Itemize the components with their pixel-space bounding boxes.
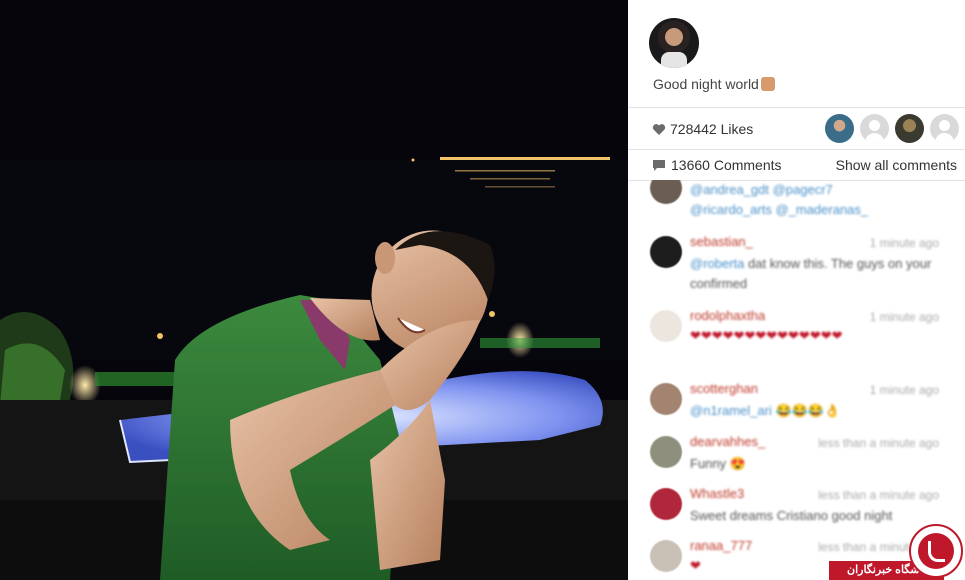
comment-text: ❤❤❤❤❤❤❤❤❤❤❤❤❤❤ — [690, 328, 843, 343]
photo-scene — [0, 0, 628, 580]
heart-icon[interactable] — [652, 123, 666, 136]
comment-text: Sweet dreams Cristiano good night — [690, 508, 893, 523]
comment-time: less than a minute ago — [818, 436, 939, 450]
likes-number: 728442 — [670, 121, 717, 137]
liker-avatar[interactable] — [860, 114, 889, 143]
comment-username[interactable]: rodolphaxtha — [690, 308, 765, 323]
comment-username[interactable]: sebastian_ — [690, 234, 753, 249]
likes-count-row: 728442 Likes — [652, 121, 753, 137]
commenter-avatar[interactable] — [650, 436, 682, 468]
author-avatar[interactable] — [649, 18, 699, 68]
thumbs-up-icon — [760, 77, 775, 91]
comment-username[interactable]: scotterghan — [690, 381, 758, 396]
comments-label: Comments — [713, 157, 782, 173]
comment-time: 1 minute ago — [869, 383, 939, 397]
commenter-avatar[interactable] — [650, 180, 682, 204]
comment-username[interactable]: Whastle3 — [690, 486, 744, 501]
liker-avatar[interactable] — [930, 114, 959, 143]
post-photo — [0, 0, 628, 580]
comment-text: @andrea_gdt @pagecr7 @ricardo_arts @_made… — [690, 182, 869, 217]
commenter-avatar[interactable] — [650, 383, 682, 415]
comments-count-row: 13660 Comments — [652, 157, 782, 173]
comment-time: less than a minute ago — [818, 488, 939, 502]
post-side-panel: Good night world 728442 Likes 13660 Comm… — [628, 0, 965, 580]
comment-username[interactable]: dearvahhes_ — [690, 434, 765, 449]
liker-avatars — [825, 114, 959, 143]
watermark-logo-icon — [909, 524, 963, 578]
comment-list[interactable]: @andrea_gdt @pagecr7 @ricardo_arts @_made… — [628, 180, 965, 580]
liker-avatar[interactable] — [895, 114, 924, 143]
comments-number: 13660 — [671, 157, 710, 173]
commenter-avatar[interactable] — [650, 236, 682, 268]
comment-time: 1 minute ago — [869, 236, 939, 250]
comment-text: Funny 😍 — [690, 456, 746, 471]
comment-text: @roberta dat know this. The guys on your… — [690, 256, 932, 291]
show-all-comments-link[interactable]: Show all comments — [836, 157, 957, 173]
likes-label: Likes — [720, 121, 754, 137]
commenter-avatar[interactable] — [650, 488, 682, 520]
liker-avatar[interactable] — [825, 114, 854, 143]
comment-text: @n1ramel_ari 😂😂😂👌 — [690, 403, 841, 418]
comment-username[interactable]: ranaa_777 — [690, 538, 752, 553]
comment-time: 1 minute ago — [869, 310, 939, 324]
divider — [628, 107, 965, 108]
comment-icon — [653, 159, 665, 171]
caption-text: Good night world — [653, 76, 759, 92]
divider — [628, 149, 965, 150]
commenter-avatar[interactable] — [650, 310, 682, 342]
post-caption: Good night world — [653, 76, 775, 92]
commenter-avatar[interactable] — [650, 540, 682, 572]
